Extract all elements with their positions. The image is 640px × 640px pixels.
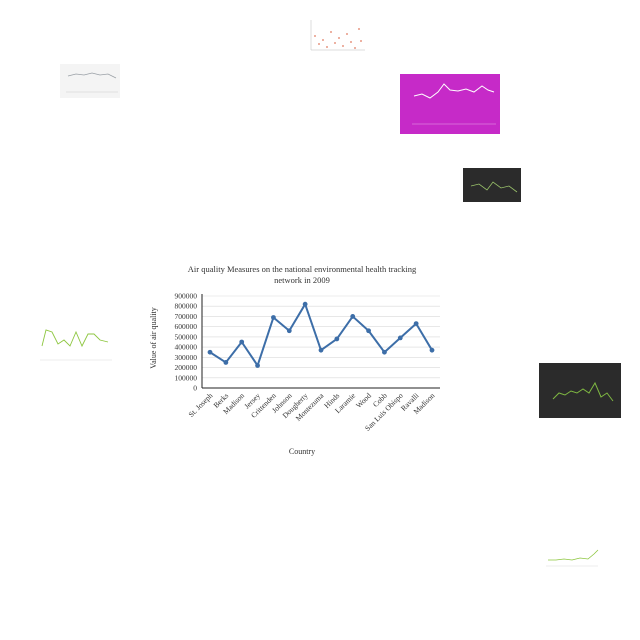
chart-title-line-2: network in 2009 — [274, 275, 330, 285]
y-tick-label: 100000 — [175, 373, 198, 382]
y-tick-labels: 0 100000200000300000400000 500000600000700… — [175, 292, 198, 393]
light-line-thumbnail-bottom-right — [540, 544, 600, 576]
data-point — [382, 349, 387, 355]
y-tick-label: 0 — [193, 384, 197, 393]
dark-line-thumbnail-right-svg — [539, 363, 621, 418]
y-tick-label: 400000 — [175, 343, 198, 352]
scatter-thumbnail-svg — [303, 14, 367, 54]
data-point — [350, 314, 356, 319]
y-tick-label: 200000 — [175, 363, 198, 372]
series-line — [207, 301, 435, 368]
gray-line-thumbnail-top-left — [60, 64, 120, 98]
gridlines — [202, 295, 440, 379]
dark-line-thumbnail-small — [463, 168, 521, 202]
data-point — [429, 347, 435, 353]
x-tick-label: St. Joseph — [187, 391, 215, 419]
axes — [201, 294, 440, 389]
green-line-thumbnail-left — [34, 320, 114, 366]
x-tick-labels: St. JosephBerksMadisonJerseyCrittendenJo… — [187, 391, 437, 433]
series-polyline — [209, 303, 433, 367]
data-point — [318, 347, 324, 353]
data-point — [207, 349, 213, 355]
y-tick-label: 300000 — [175, 353, 198, 362]
y-tick-label: 500000 — [175, 332, 198, 341]
magenta-line-thumbnail — [400, 74, 500, 134]
y-tick-label: 800000 — [175, 302, 198, 311]
data-point — [239, 339, 245, 345]
gray-line-thumbnail-svg — [60, 64, 120, 98]
x-axis-label: Country — [289, 447, 315, 456]
chart-title-line-1: Air quality Measures on the national env… — [188, 264, 417, 274]
data-point — [286, 328, 292, 334]
data-point — [366, 328, 371, 334]
y-tick-label: 700000 — [175, 312, 198, 321]
data-point — [397, 335, 403, 341]
data-point — [255, 363, 260, 368]
main-line-chart: Air quality Measures on the national env… — [140, 258, 460, 468]
dark-line-thumbnail-right — [539, 363, 621, 418]
dark-line-thumbnail-small-svg — [463, 168, 521, 202]
data-point — [413, 321, 419, 326]
data-point — [223, 360, 229, 365]
chart-svg: Air quality Measures on the national env… — [149, 264, 440, 456]
x-tick-label: Wood — [354, 391, 373, 410]
y-axis-label: Value of air quality — [149, 307, 158, 369]
scatter-thumbnail — [303, 14, 367, 54]
green-line-thumbnail-left-svg — [34, 320, 114, 366]
light-line-thumbnail-bottom-right-svg — [540, 544, 600, 576]
data-point — [271, 315, 276, 320]
y-tick-label: 600000 — [175, 322, 198, 331]
magenta-line-thumbnail-svg — [400, 74, 500, 134]
y-tick-label: 900000 — [175, 292, 198, 301]
data-point — [302, 301, 308, 307]
data-point — [334, 336, 340, 342]
